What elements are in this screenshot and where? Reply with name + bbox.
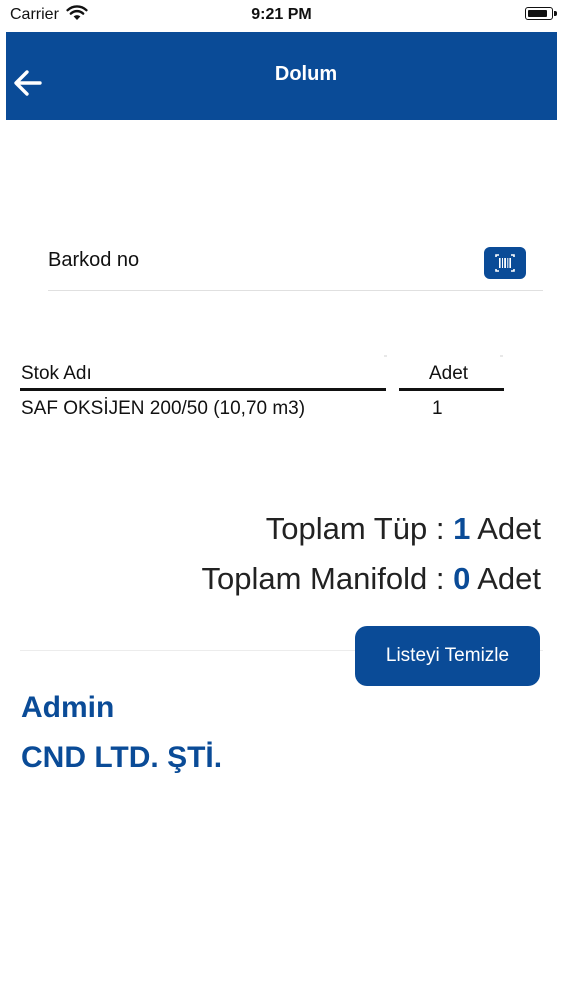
total-tubes-unit: Adet bbox=[477, 511, 541, 546]
header-underline bbox=[20, 388, 386, 391]
barcode-scan-icon bbox=[495, 254, 515, 272]
nav-bar: Dolum bbox=[6, 32, 557, 120]
table-row-quantity: 1 bbox=[432, 398, 443, 419]
column-header-stock-name: Stok Adı bbox=[21, 363, 92, 384]
total-manifolds-unit: Adet bbox=[477, 561, 541, 596]
total-tubes-label: Toplam Tüp : bbox=[265, 511, 445, 546]
barcode-underline bbox=[48, 290, 543, 291]
page-title: Dolum bbox=[274, 63, 338, 85]
total-manifolds-label: Toplam Manifold : bbox=[201, 561, 445, 596]
header-divider-mark bbox=[500, 355, 503, 357]
battery-icon bbox=[525, 7, 553, 20]
back-button[interactable] bbox=[10, 68, 46, 98]
battery-tip bbox=[554, 11, 557, 16]
total-tubes: Toplam Tüp : 1 Adet bbox=[266, 511, 541, 547]
total-manifolds-count: 0 bbox=[453, 561, 471, 596]
barcode-scan-button[interactable] bbox=[484, 247, 526, 279]
header-underline bbox=[399, 388, 504, 391]
arrow-left-icon bbox=[14, 70, 42, 96]
clear-list-button[interactable]: Listeyi Temizle bbox=[355, 626, 540, 686]
table-row-stock-name: SAF OKSİJEN 200/50 (10,70 m3) bbox=[21, 398, 306, 419]
total-manifolds: Toplam Manifold : 0 Adet bbox=[201, 561, 541, 597]
header-divider-mark bbox=[384, 355, 387, 357]
status-bar: Carrier 9:21 PM bbox=[0, 0, 563, 30]
column-header-quantity: Adet bbox=[429, 363, 469, 384]
barcode-input[interactable]: Barkod no bbox=[48, 249, 139, 272]
status-time: 9:21 PM bbox=[251, 6, 312, 23]
total-tubes-count: 1 bbox=[453, 511, 471, 546]
user-name: Admin bbox=[21, 691, 115, 724]
company-name: CND LTD. ŞTİ. bbox=[21, 741, 223, 774]
